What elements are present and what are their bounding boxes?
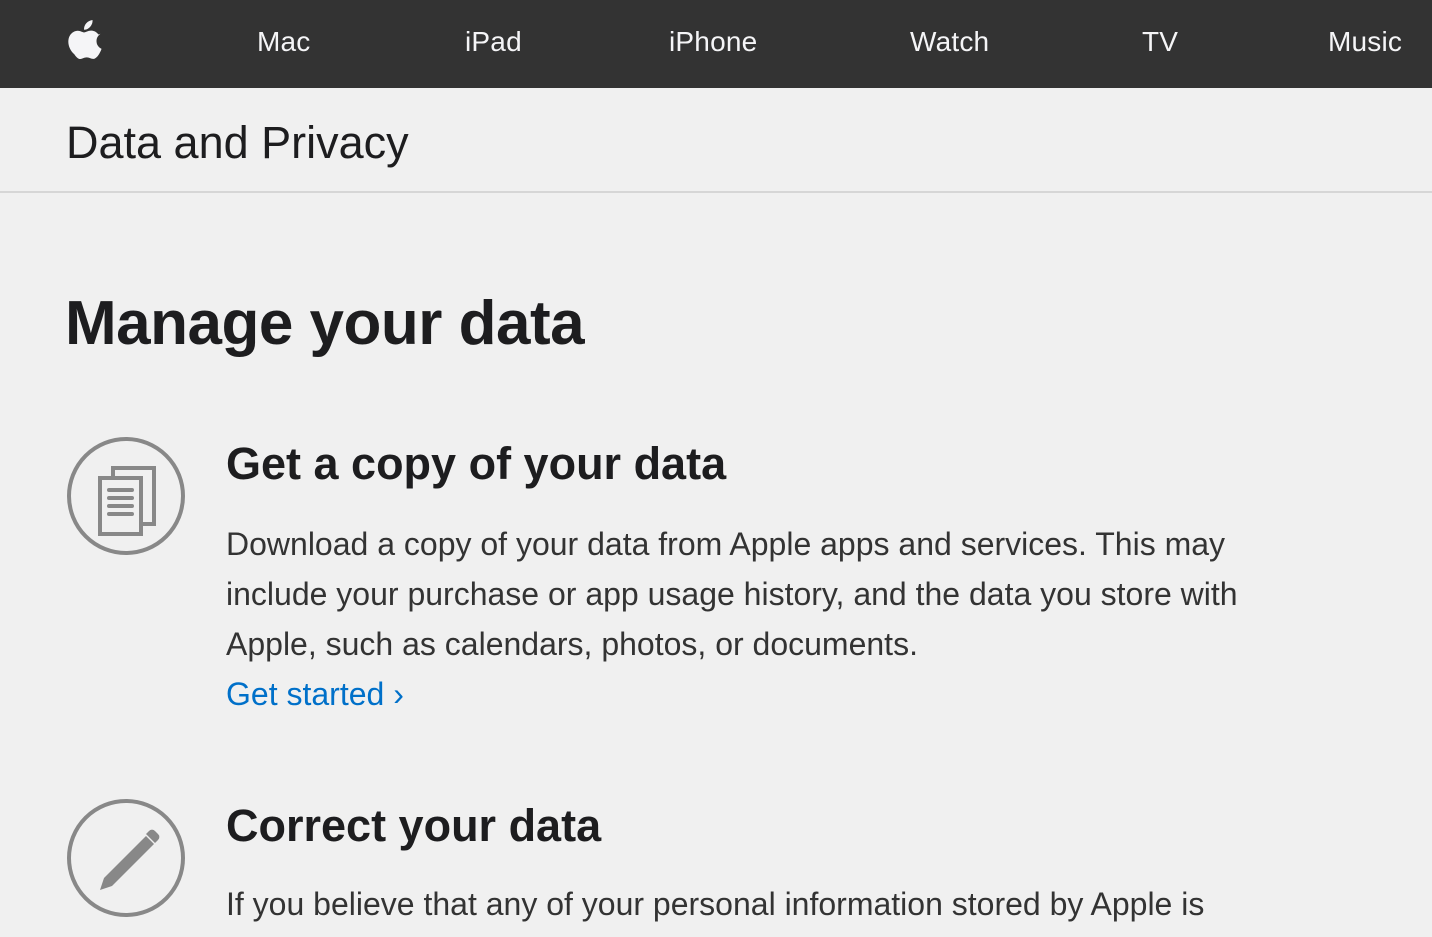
local-nav-title[interactable]: Data and Privacy [66, 117, 409, 169]
section-title: Correct your data [226, 800, 602, 851]
apple-logo-link[interactable] [68, 20, 104, 60]
pencil-icon [66, 798, 186, 918]
section-body: If you believe that any of your personal… [226, 886, 1205, 922]
documents-icon [66, 436, 186, 556]
nav-item-iphone[interactable]: iPhone [669, 26, 757, 58]
page-heading: Manage your data [65, 289, 585, 358]
nav-item-ipad[interactable]: iPad [465, 26, 522, 58]
nav-item-watch[interactable]: Watch [910, 26, 989, 58]
apple-logo-icon [68, 20, 102, 60]
get-started-link[interactable]: Get started › [226, 676, 404, 713]
global-nav: Mac iPad iPhone Watch TV Music [0, 0, 1432, 88]
section-body: Download a copy of your data from Apple … [226, 526, 1238, 662]
nav-item-tv[interactable]: TV [1142, 26, 1178, 58]
nav-item-music[interactable]: Music [1328, 26, 1402, 58]
nav-item-mac[interactable]: Mac [257, 26, 311, 58]
section-title: Get a copy of your data [226, 438, 727, 489]
